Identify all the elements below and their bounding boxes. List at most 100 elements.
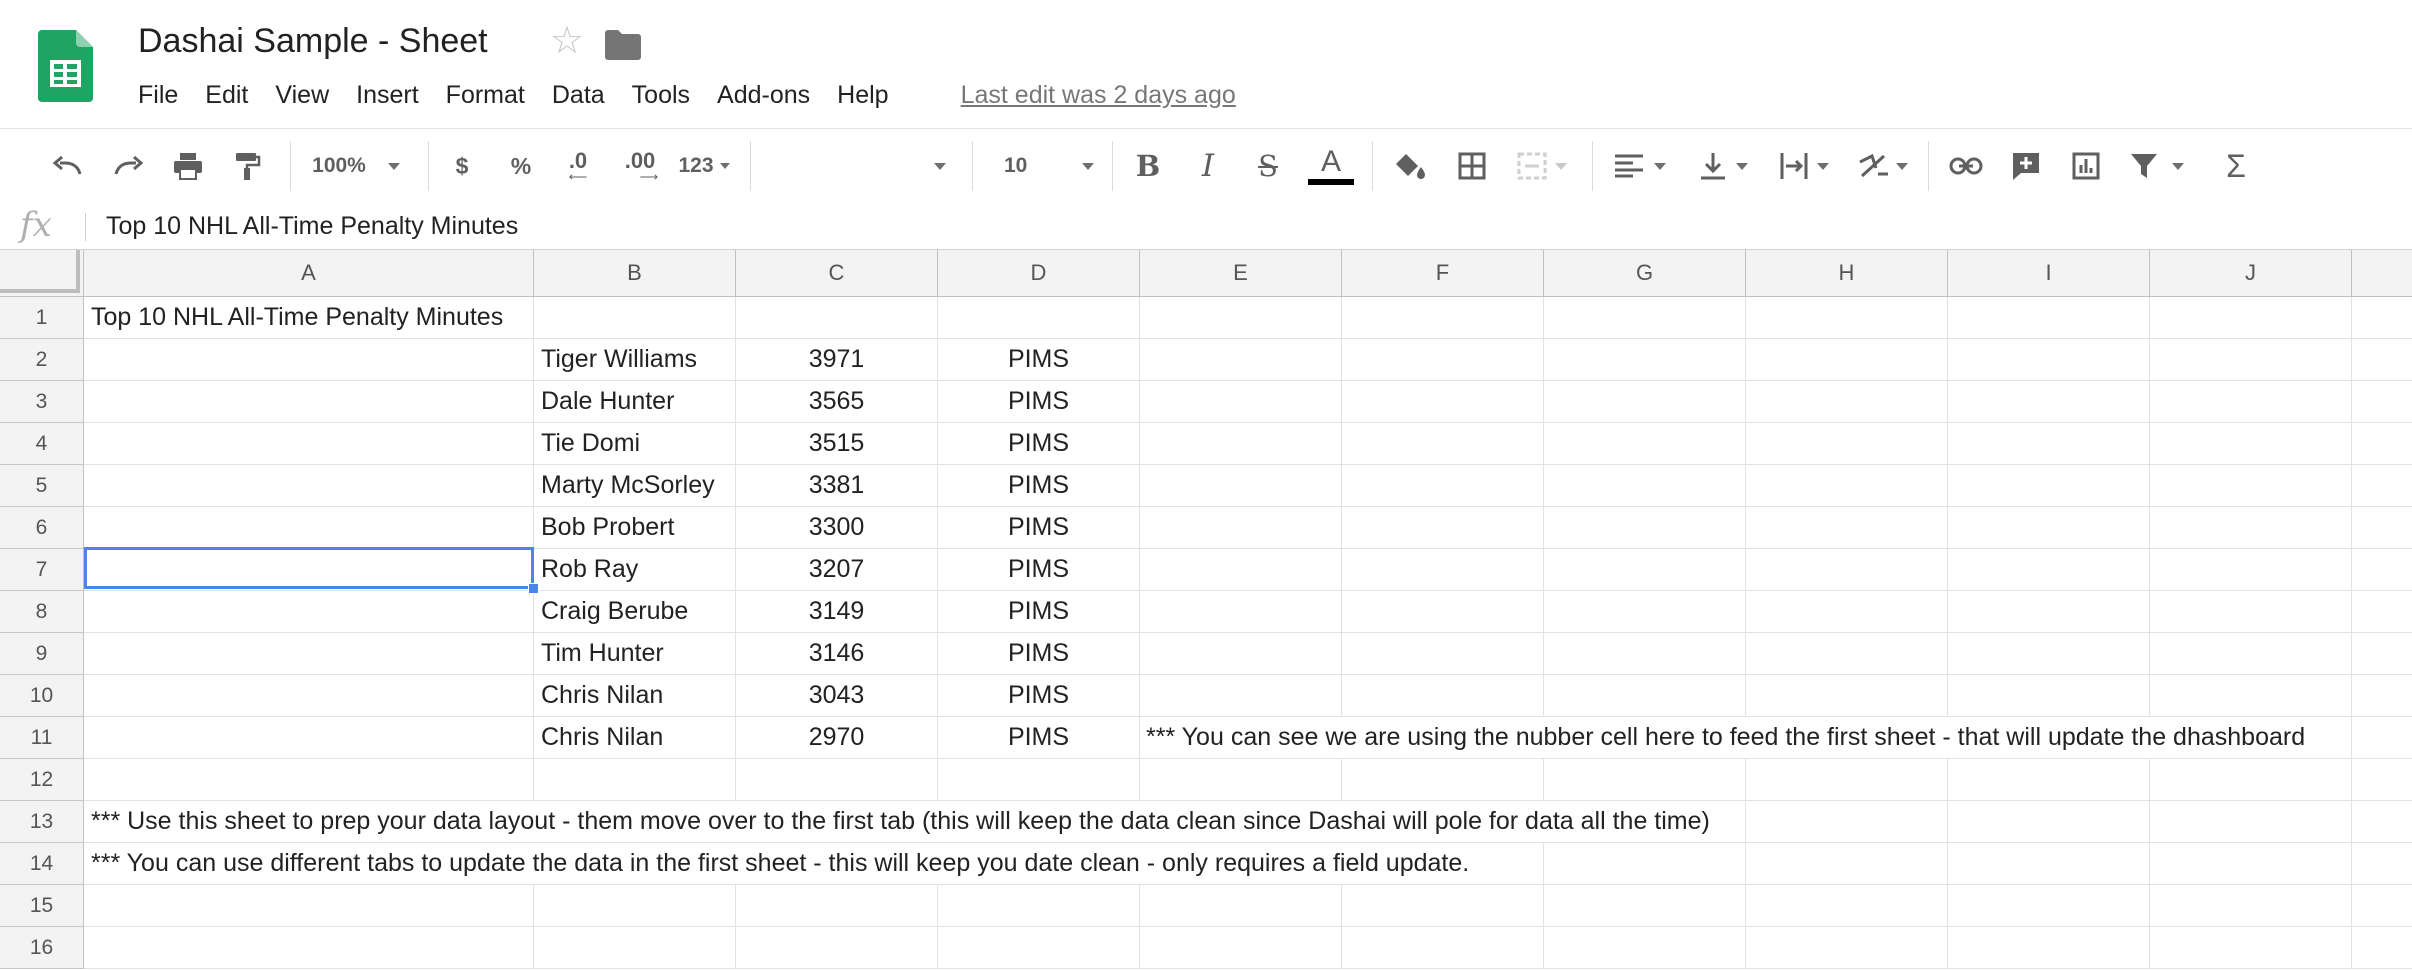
- cell-h1[interactable]: [1746, 297, 1948, 339]
- cell-j4[interactable]: [2150, 423, 2352, 465]
- column-header-h[interactable]: H: [1746, 250, 1948, 297]
- cell-f4[interactable]: [1342, 423, 1544, 465]
- menu-edit[interactable]: Edit: [205, 81, 248, 110]
- cell-i14[interactable]: [1948, 843, 2150, 885]
- cell-j8[interactable]: [2150, 591, 2352, 633]
- cell-b10[interactable]: Chris Nilan: [534, 675, 736, 717]
- cell-c16[interactable]: [736, 927, 938, 969]
- cell-j13[interactable]: [2150, 801, 2352, 843]
- cell-c2[interactable]: 3971: [736, 339, 938, 381]
- cell-a16[interactable]: [84, 927, 534, 969]
- font-family-select[interactable]: [752, 129, 952, 203]
- cell-h8[interactable]: [1746, 591, 1948, 633]
- cell-b15[interactable]: [534, 885, 736, 927]
- row-header-3[interactable]: 3: [0, 381, 84, 423]
- italic-button[interactable]: I: [1188, 129, 1228, 203]
- cell-k3[interactable]: [2352, 381, 2412, 423]
- row-header-13[interactable]: 13: [0, 801, 84, 843]
- currency-format-button[interactable]: $: [444, 129, 480, 203]
- column-header-i[interactable]: I: [1948, 250, 2150, 297]
- cell-i13[interactable]: [1948, 801, 2150, 843]
- cell-g5[interactable]: [1544, 465, 1746, 507]
- cell-d12[interactable]: [938, 759, 1140, 801]
- cell-b1[interactable]: [534, 297, 736, 339]
- cell-k6[interactable]: [2352, 507, 2412, 549]
- cell-i4[interactable]: [1948, 423, 2150, 465]
- cell-k15[interactable]: [2352, 885, 2412, 927]
- cell-d2[interactable]: PIMS: [938, 339, 1140, 381]
- cell-f8[interactable]: [1342, 591, 1544, 633]
- row-header-5[interactable]: 5: [0, 465, 84, 507]
- vertical-align-icon[interactable]: [1692, 129, 1756, 203]
- cell-h16[interactable]: [1746, 927, 1948, 969]
- cell-h15[interactable]: [1746, 885, 1948, 927]
- functions-icon[interactable]: Σ: [2216, 129, 2256, 203]
- undo-icon[interactable]: [48, 129, 88, 203]
- cell-k13[interactable]: [2352, 801, 2412, 843]
- cell-f9[interactable]: [1342, 633, 1544, 675]
- cell-c1[interactable]: [736, 297, 938, 339]
- cell-e6[interactable]: [1140, 507, 1342, 549]
- cell-j2[interactable]: [2150, 339, 2352, 381]
- cell-d11[interactable]: PIMS: [938, 717, 1140, 759]
- cell-a15[interactable]: [84, 885, 534, 927]
- cell-d16[interactable]: [938, 927, 1140, 969]
- cell-e1[interactable]: [1140, 297, 1342, 339]
- cell-k5[interactable]: [2352, 465, 2412, 507]
- cell-b11[interactable]: Chris Nilan: [534, 717, 736, 759]
- fill-color-icon[interactable]: [1388, 129, 1432, 203]
- cell-i9[interactable]: [1948, 633, 2150, 675]
- cell-c10[interactable]: 3043: [736, 675, 938, 717]
- row-header-11[interactable]: 11: [0, 717, 84, 759]
- cell-d10[interactable]: PIMS: [938, 675, 1140, 717]
- cell-b5[interactable]: Marty McSorley: [534, 465, 736, 507]
- cell-j12[interactable]: [2150, 759, 2352, 801]
- row-header-7[interactable]: 7: [0, 549, 84, 591]
- cell-e16[interactable]: [1140, 927, 1342, 969]
- menu-help[interactable]: Help: [837, 81, 888, 110]
- cell-g16[interactable]: [1544, 927, 1746, 969]
- text-color-button[interactable]: A: [1306, 129, 1356, 203]
- cell-f6[interactable]: [1342, 507, 1544, 549]
- cell-c9[interactable]: 3146: [736, 633, 938, 675]
- row-header-9[interactable]: 9: [0, 633, 84, 675]
- cell-d3[interactable]: PIMS: [938, 381, 1140, 423]
- cell-k12[interactable]: [2352, 759, 2412, 801]
- cell-f15[interactable]: [1342, 885, 1544, 927]
- menu-insert[interactable]: Insert: [356, 81, 419, 110]
- cell-g7[interactable]: [1544, 549, 1746, 591]
- cell-g12[interactable]: [1544, 759, 1746, 801]
- sheets-logo-icon[interactable]: [38, 30, 93, 102]
- font-size-select[interactable]: 10: [980, 129, 1100, 203]
- cell-c12[interactable]: [736, 759, 938, 801]
- cell-k7[interactable]: [2352, 549, 2412, 591]
- menu-data[interactable]: Data: [552, 81, 605, 110]
- select-all-corner[interactable]: [0, 250, 84, 297]
- cell-j7[interactable]: [2150, 549, 2352, 591]
- cell-j3[interactable]: [2150, 381, 2352, 423]
- cell-b16[interactable]: [534, 927, 736, 969]
- cell-d1[interactable]: [938, 297, 1140, 339]
- merge-cells-icon[interactable]: [1512, 129, 1572, 203]
- cell-a11[interactable]: [84, 717, 534, 759]
- redo-icon[interactable]: [108, 129, 148, 203]
- cell-a12[interactable]: [84, 759, 534, 801]
- cell-d5[interactable]: PIMS: [938, 465, 1140, 507]
- cell-d4[interactable]: PIMS: [938, 423, 1140, 465]
- cell-c11[interactable]: 2970: [736, 717, 938, 759]
- row-header-4[interactable]: 4: [0, 423, 84, 465]
- row-header-1[interactable]: 1: [0, 297, 84, 339]
- cell-h9[interactable]: [1746, 633, 1948, 675]
- cell-a8[interactable]: [84, 591, 534, 633]
- cell-a2[interactable]: [84, 339, 534, 381]
- cell-c7[interactable]: 3207: [736, 549, 938, 591]
- cell-i5[interactable]: [1948, 465, 2150, 507]
- cell-d9[interactable]: PIMS: [938, 633, 1140, 675]
- cell-b9[interactable]: Tim Hunter: [534, 633, 736, 675]
- cell-a10[interactable]: [84, 675, 534, 717]
- star-icon[interactable]: ☆: [550, 22, 584, 60]
- cell-b6[interactable]: Bob Probert: [534, 507, 736, 549]
- cell-h10[interactable]: [1746, 675, 1948, 717]
- cell-a3[interactable]: [84, 381, 534, 423]
- cell-h5[interactable]: [1746, 465, 1948, 507]
